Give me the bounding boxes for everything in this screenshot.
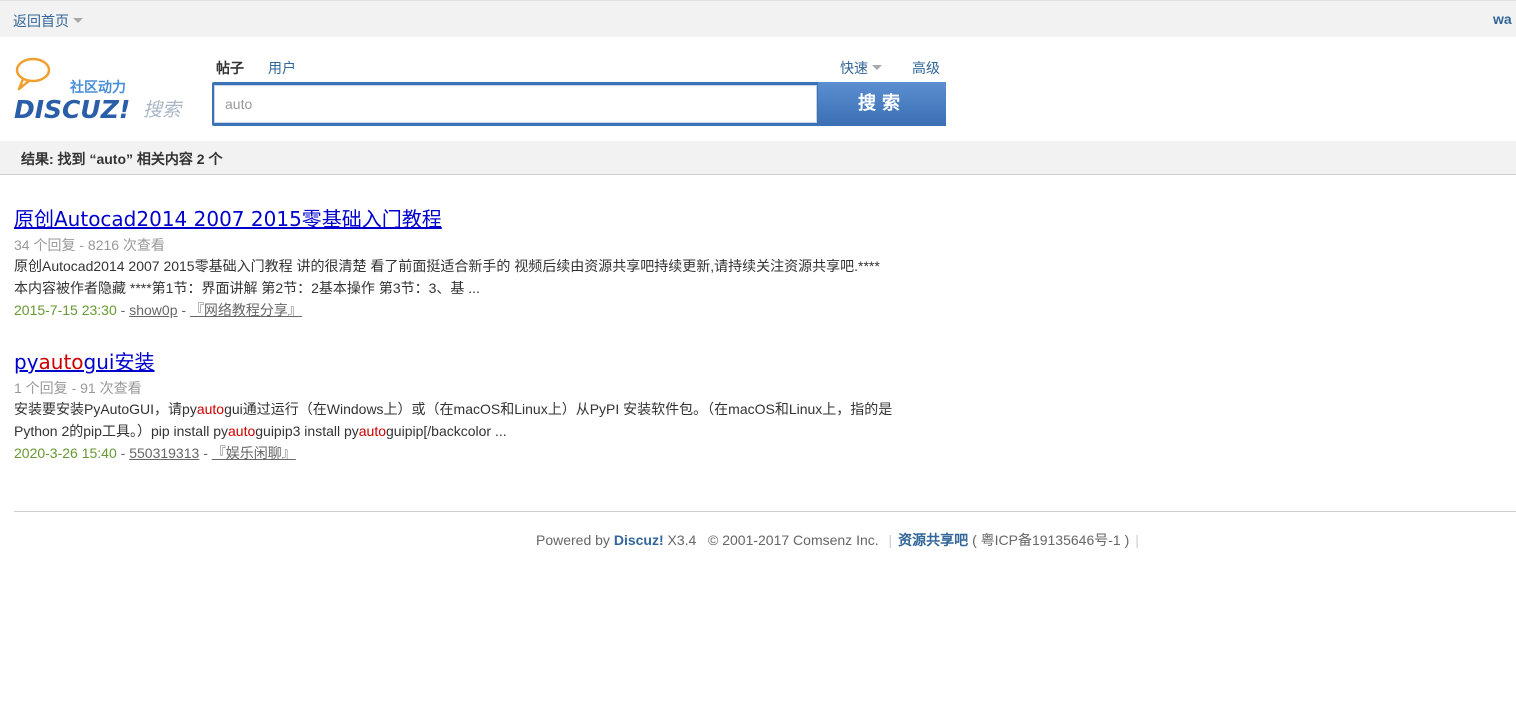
result-footer: 2015-7-15 23:30 - show0p - 『网络教程分享』: [14, 302, 302, 318]
quick-search-dropdown[interactable]: 快速: [840, 58, 882, 78]
footer-version: X3.4: [667, 532, 697, 548]
search-input[interactable]: [214, 85, 817, 123]
logo-graphic: 社区动力 DISCUZ! 搜索: [14, 57, 184, 124]
footer-icp-link[interactable]: ( 粤ICP备19135646号-1 ): [972, 532, 1129, 548]
result-snippet-line: 原创Autocad2014 2007 2015零基础入门教程 讲的很清楚 看了前…: [14, 258, 880, 274]
discuz-search-logo[interactable]: 社区动力 DISCUZ! 搜索: [13, 57, 193, 124]
home-link-label: 返回首页: [13, 13, 69, 29]
result-meta: 1 个回复 - 91 次查看: [14, 380, 142, 396]
result-summary: 结果: 找到 “auto” 相关内容 2 个: [21, 151, 223, 167]
footer-copyright: © 2001-2017 Comsenz Inc.: [708, 532, 879, 548]
result-snippet: 安装要安装PyAutoGUI，请pyautogui通过运行（在Windows上）…: [14, 398, 964, 442]
search-bar: 搜索: [212, 82, 946, 126]
search-term-highlight: auto: [196, 401, 225, 417]
result-forum-link[interactable]: 『网络教程分享』: [190, 302, 302, 318]
logo-suffix: 搜索: [143, 99, 184, 121]
result-forum-link[interactable]: 『娱乐闲聊』: [212, 445, 296, 461]
search-term-highlight: auto: [228, 423, 256, 439]
footer: Powered by Discuz! X3.4 © 2001-2017 Coms…: [536, 532, 1139, 548]
result-author-link[interactable]: 550319313: [129, 445, 199, 461]
logo-tagline: 社区动力: [69, 79, 126, 96]
logo-brand: DISCUZ!: [14, 95, 130, 123]
search-term-highlight: auto: [358, 423, 387, 439]
footer-powered: Powered by: [536, 532, 610, 548]
search-button[interactable]: 搜索: [818, 82, 946, 126]
home-link[interactable]: 返回首页: [13, 11, 83, 31]
result-footer: 2020-3-26 15:40 - 550319313 - 『娱乐闲聊』: [14, 445, 296, 461]
chevron-down-icon: [73, 17, 83, 23]
tab-users[interactable]: 用户: [268, 58, 296, 78]
result-meta: 34 个回复 - 8216 次查看: [14, 237, 165, 253]
footer-discuz-link[interactable]: Discuz!: [614, 532, 664, 548]
speech-bubble-icon: [15, 57, 51, 83]
tab-posts[interactable]: 帖子: [216, 58, 244, 78]
result-item: pyautogui安装 1 个回复 - 91 次查看 安装要安装PyAutoGU…: [14, 346, 964, 464]
result-author-link[interactable]: show0p: [129, 302, 177, 318]
footer-site-link[interactable]: 资源共享吧: [898, 532, 968, 548]
result-snippet-line: Python 2的pip工具。）pip install pyautoguipip…: [14, 423, 507, 439]
result-date: 2015-7-15 23:30: [14, 302, 117, 318]
result-title-link[interactable]: pyautogui安装: [14, 346, 964, 375]
top-bar: 返回首页 wa: [0, 0, 1516, 37]
result-item: 原创Autocad2014 2007 2015零基础入门教程 34 个回复 - …: [14, 203, 964, 321]
result-snippet-line: 安装要安装PyAutoGUI，请pyautogui通过运行（在Windows上）…: [14, 401, 893, 417]
search-term-highlight: auto: [38, 350, 84, 374]
footer-divider: [14, 511, 1516, 512]
advanced-search-link[interactable]: 高级: [912, 58, 940, 78]
chevron-down-icon: [872, 64, 882, 70]
result-summary-bar: 结果: 找到 “auto” 相关内容 2 个: [0, 141, 1516, 175]
result-title-link[interactable]: 原创Autocad2014 2007 2015零基础入门教程: [14, 203, 964, 232]
quick-search-label: 快速: [840, 60, 868, 76]
result-snippet-line: 本内容被作者隐藏 ****第1节：界面讲解 第2节：2基本操作 第3节：3、基 …: [14, 280, 480, 296]
result-date: 2020-3-26 15:40: [14, 445, 117, 461]
user-link[interactable]: wa: [1493, 11, 1512, 27]
result-snippet: 原创Autocad2014 2007 2015零基础入门教程 讲的很清楚 看了前…: [14, 255, 964, 299]
